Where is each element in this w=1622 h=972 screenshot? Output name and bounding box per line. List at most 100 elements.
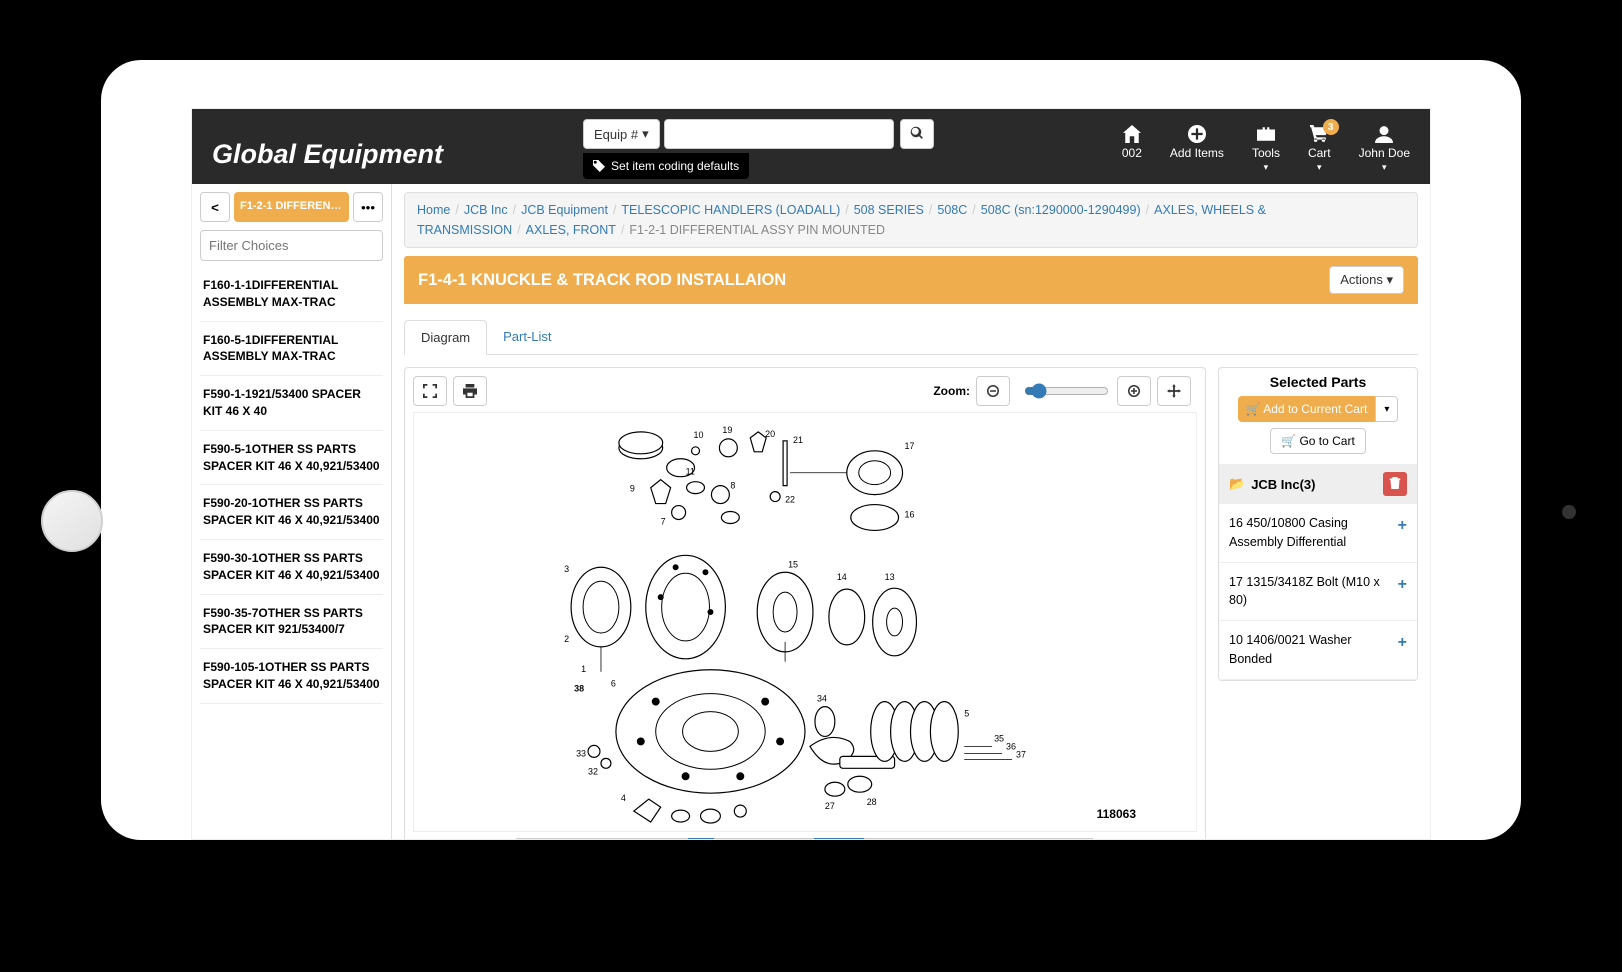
breadcrumb: Home/JCB Inc/JCB Equipment/TELESCOPIC HA… [404, 192, 1418, 248]
search-input[interactable] [664, 119, 894, 149]
page-number[interactable]: 10 [688, 838, 714, 839]
selected-part-item[interactable]: 10 1406/0021 Washer Bonded+ [1219, 621, 1417, 680]
page-number[interactable]: 22 [965, 838, 991, 839]
svg-text:14: 14 [837, 572, 847, 582]
zoom-out-button[interactable] [976, 376, 1010, 406]
svg-text:1: 1 [581, 664, 586, 674]
breadcrumb-item[interactable]: TELESCOPIC HANDLERS (LOADALL) [621, 203, 840, 217]
nav-user[interactable]: John Doe ▾ [1359, 125, 1410, 173]
breadcrumb-item[interactable]: Home [417, 203, 450, 217]
move-button[interactable] [1157, 376, 1191, 406]
svg-text:16: 16 [905, 510, 915, 520]
actions-label: Actions [1340, 272, 1383, 287]
add-to-cart-button[interactable]: 🛒 Add to Current Cart [1238, 396, 1376, 422]
page-number[interactable]: 21 [940, 838, 966, 839]
page-number[interactable]: 18 [864, 838, 890, 839]
svg-text:4: 4 [621, 793, 626, 803]
page-number[interactable]: 13 [738, 838, 764, 839]
breadcrumb-separator: / [616, 223, 629, 237]
breadcrumb-item[interactable]: 508C [937, 203, 967, 217]
nav-tools[interactable]: Tools ▾ [1252, 125, 1280, 173]
nav-home[interactable]: 002 [1122, 125, 1142, 173]
breadcrumb-item[interactable]: 508C (sn:1290000-1290499) [981, 203, 1141, 217]
page-number[interactable]: 9 [669, 838, 689, 839]
page-number[interactable]: 3 [555, 838, 575, 839]
svg-text:20: 20 [765, 429, 775, 439]
sidebar-item[interactable]: F160-1-1DIFFERENTIAL ASSEMBLY MAX-TRAC [200, 267, 383, 322]
move-icon [1167, 384, 1181, 398]
nav-cart[interactable]: 3 Cart ▾ [1308, 125, 1331, 173]
page-number[interactable]: 4 [574, 838, 594, 839]
page-number[interactable]: 5 [593, 838, 613, 839]
zoom-label: Zoom: [933, 384, 970, 398]
sidebar-back-button[interactable]: < [200, 192, 230, 222]
nav-add-items[interactable]: Add Items [1170, 125, 1224, 173]
svg-text:37: 37 [1016, 749, 1026, 759]
print-button[interactable] [453, 376, 487, 406]
selected-part-item[interactable]: 17 1315/3418Z Bolt (M10 x 80)+ [1219, 563, 1417, 622]
main-content: Home/JCB Inc/JCB Equipment/TELESCOPIC HA… [392, 184, 1430, 839]
breadcrumb-item[interactable]: JCB Equipment [521, 203, 608, 217]
part-item-text: 10 1406/0021 Washer Bonded [1229, 631, 1398, 669]
app-header: Global Equipment Equip # ▾ Set item codi… [192, 109, 1430, 184]
diagram-number: 118063 [1097, 807, 1136, 821]
sidebar-item[interactable]: F590-30-1OTHER SS PARTS SPACER KIT 46 X … [200, 540, 383, 595]
print-icon [463, 384, 477, 398]
page-number[interactable]: 23 [991, 838, 1017, 839]
zoom-in-button[interactable] [1117, 376, 1151, 406]
sidebar-item[interactable]: F590-20-1OTHER SS PARTS SPACER KIT 46 X … [200, 485, 383, 540]
delete-group-button[interactable] [1383, 472, 1407, 496]
svg-text:32: 32 [588, 766, 598, 776]
page-number[interactable]: 24 [1016, 838, 1042, 839]
page-number[interactable]: 11 [714, 838, 739, 839]
coding-defaults-link[interactable]: Set item coding defaults [583, 153, 749, 179]
breadcrumb-separator: / [1141, 203, 1154, 217]
filter-choices-input[interactable] [200, 230, 383, 261]
selected-part-item[interactable]: 16 450/10800 Casing Assembly Differentia… [1219, 504, 1417, 563]
sidebar-item[interactable]: F590-1-1921/53400 SPACER KIT 46 X 40 [200, 376, 383, 431]
svg-text:33: 33 [576, 748, 586, 758]
page-number[interactable]: 2 [535, 838, 555, 839]
actions-dropdown[interactable]: Actions ▾ [1329, 266, 1404, 294]
tablet-home-button [41, 490, 103, 552]
diagram-image[interactable]: 10 19 20 21 22 9 11 8 7 [413, 412, 1197, 832]
page-number[interactable]: 1 [516, 838, 536, 839]
breadcrumb-item[interactable]: AXLES, FRONT [526, 223, 616, 237]
sidebar-item[interactable]: F590-105-1OTHER SS PARTS SPACER KIT 46 X… [200, 649, 383, 704]
page-number[interactable]: 20 [915, 838, 941, 839]
breadcrumb-separator: / [450, 203, 463, 217]
tab-diagram[interactable]: Diagram [404, 320, 487, 355]
zoom-slider[interactable] [1024, 383, 1109, 399]
fullscreen-button[interactable] [413, 376, 447, 406]
page-number[interactable]: 14 [763, 838, 789, 839]
page-number[interactable]: 8 [650, 838, 670, 839]
sidebar-item[interactable]: F590-35-7OTHER SS PARTS SPACER KIT 921/5… [200, 595, 383, 650]
svg-text:21: 21 [793, 435, 803, 445]
page-number[interactable]: 26 [1066, 838, 1092, 839]
sidebar-current-item[interactable]: F1-2-1 DIFFERENTI... [234, 192, 349, 222]
parts-group-header[interactable]: 📂 JCB Inc(3) [1219, 464, 1417, 504]
add-part-button[interactable]: + [1398, 573, 1407, 597]
tab-partlist[interactable]: Part-List [487, 320, 567, 354]
go-to-cart-button[interactable]: 🛒 Go to Cart [1270, 428, 1366, 454]
breadcrumb-item[interactable]: 508 SERIES [854, 203, 924, 217]
add-part-button[interactable]: + [1398, 631, 1407, 655]
cart-icon: 🛒 [1246, 402, 1264, 416]
sidebar-item[interactable]: F160-5-1DIFFERENTIAL ASSEMBLY MAX-TRAC [200, 322, 383, 377]
page-number[interactable]: 16 [814, 838, 840, 839]
page-number[interactable]: 6 [612, 838, 632, 839]
page-number[interactable]: 19 [890, 838, 916, 839]
add-part-button[interactable]: + [1398, 514, 1407, 538]
sidebar: < F1-2-1 DIFFERENTI... ••• F160-1-1DIFFE… [192, 184, 392, 839]
search-type-dropdown[interactable]: Equip # ▾ [583, 119, 660, 149]
page-number[interactable]: 15 [789, 838, 815, 839]
page-number[interactable]: 7 [631, 838, 651, 839]
search-button[interactable] [900, 119, 934, 149]
page-number[interactable]: 17 [839, 838, 865, 839]
nav-home-label: 002 [1122, 146, 1142, 160]
page-number[interactable]: 25 [1041, 838, 1067, 839]
sidebar-more-button[interactable]: ••• [353, 192, 383, 222]
add-to-cart-dropdown[interactable]: ▾ [1375, 396, 1398, 422]
breadcrumb-item[interactable]: JCB Inc [464, 203, 508, 217]
sidebar-item[interactable]: F590-5-1OTHER SS PARTS SPACER KIT 46 X 4… [200, 431, 383, 486]
